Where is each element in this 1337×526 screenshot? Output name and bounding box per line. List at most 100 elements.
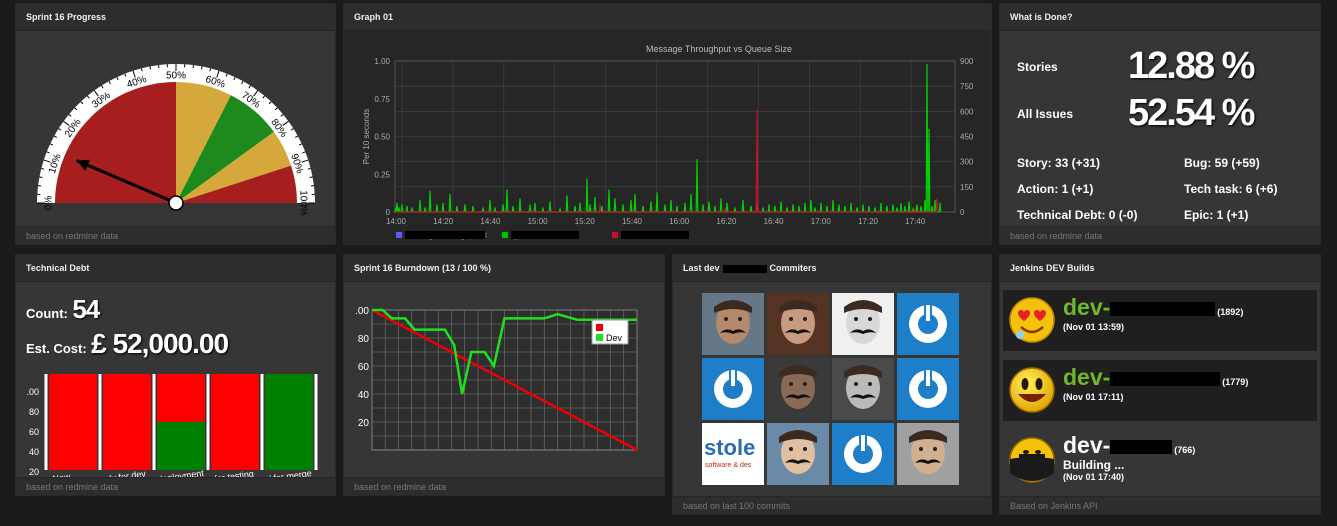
build-time: (Nov 01 17:40) <box>1063 472 1125 482</box>
bar-separator <box>206 374 210 470</box>
what-is-done-widget: What is Done? Stories 12.88 % All Issues… <box>999 3 1321 245</box>
user-avatar <box>832 293 894 355</box>
gauge-tick <box>309 176 313 179</box>
default-avatar <box>897 293 959 355</box>
chart-title: Message Throughput vs Queue Size <box>646 44 792 54</box>
power-icon <box>897 358 959 420</box>
widget-footer: based on last 100 commits <box>673 496 991 514</box>
y-tick-label: 0.50 <box>374 133 390 142</box>
y2-tick-label: 450 <box>960 133 974 142</box>
x-tick-label: 16:20 <box>716 217 737 226</box>
user-avatar <box>767 358 829 420</box>
legend-swatch <box>612 232 618 238</box>
progress-gauge: 0%10%20%30%40% 50% 60%70%80%90%100% <box>37 64 315 216</box>
build-row[interactable]: dev- (766) Building ... (Nov 01 17:40) <box>1003 430 1317 491</box>
stat-epic: Epic: 1 (+1) <box>1184 208 1249 222</box>
y-axis-label: Per 10 seconds <box>362 109 371 165</box>
stat-technical-debt: Technical Debt: 0 (-0) <box>1017 208 1138 222</box>
x-tick-label: 14:40 <box>480 217 501 226</box>
user-avatar <box>702 293 764 355</box>
debt-bar-chart: 20406080.00Newdy for devleploymentfor te… <box>26 374 318 484</box>
ninja-emoji-icon <box>1009 437 1055 483</box>
svg-text:software & des: software & des <box>705 462 752 469</box>
debt-bar-green <box>265 374 313 470</box>
count-value: 54 <box>72 294 100 324</box>
bar-separator <box>44 374 48 470</box>
build-time: (Nov 01 17:11) <box>1063 392 1124 402</box>
x-tick-label: 14:00 <box>386 217 407 226</box>
build-name[interactable]: dev- (766) <box>1063 432 1195 459</box>
redacted-text <box>405 231 485 239</box>
stole-logo-icon: stole software & des <box>702 423 764 485</box>
x-tick-label: 15:40 <box>622 217 643 226</box>
redacted-text <box>511 231 579 239</box>
sprint-progress-widget: Sprint 16 Progress 0% 10% 20% 30% 40% 50% 60% 7… <box>15 3 336 245</box>
debt-bar-red <box>49 374 97 470</box>
y-tick-label: 0 <box>386 208 391 217</box>
burndown-area: 20 40 60 80 .00 Dev <box>344 282 664 477</box>
y2-tick-label: 900 <box>960 57 974 66</box>
y-tick-label: .00 <box>355 306 369 317</box>
y-tick-label: 80 <box>29 407 39 417</box>
default-avatar <box>832 423 894 485</box>
widget-footer: based on redmine data <box>1000 226 1320 244</box>
widget-title: Graph 01 <box>344 4 991 31</box>
mustache-face-icon <box>702 293 764 355</box>
widget-title: What is Done? <box>1000 4 1320 31</box>
redacted-text <box>1110 301 1216 316</box>
default-avatar <box>702 358 764 420</box>
y-tick-label: 0.25 <box>374 170 390 179</box>
y2-tick-label: 150 <box>960 183 974 192</box>
cost-value: £ 52,000.00 <box>91 328 229 359</box>
build-name-prefix: dev- <box>1063 432 1111 458</box>
throughput-chart: Message Throughput vs Queue Size 0 0.25 0.5… <box>362 44 974 240</box>
user-avatar <box>832 358 894 420</box>
mustache-face-icon <box>767 423 829 485</box>
bar-separator <box>314 374 318 470</box>
done-stats: Stories 12.88 % All Issues 52.54 % Story… <box>1000 31 1320 226</box>
title-suffix: Commiters <box>769 263 817 273</box>
x-tick-label: 17:00 <box>811 217 832 226</box>
gauge-tick <box>149 66 152 70</box>
debt-bar-green <box>157 422 205 470</box>
debt-bar-red <box>211 374 259 470</box>
y2-tick-label: 0 <box>960 208 965 217</box>
build-name[interactable]: dev- (1779) <box>1063 364 1248 391</box>
jenkins-widget: Jenkins DEV Builds dev- (1892) (Nov 01 13… <box>999 254 1321 515</box>
x-tick-label: 17:40 <box>905 217 926 226</box>
gauge-area: 0% 10% 20% 30% 40% 50% 60% 70% 80% 90% 100% <box>16 31 335 226</box>
mustache-face-icon <box>767 358 829 420</box>
legend-swatch <box>502 232 508 238</box>
redacted-text <box>621 231 689 239</box>
user-avatar <box>897 423 959 485</box>
graph01-area: Message Throughput vs Queue Size 0 0.25 0.5… <box>344 31 991 244</box>
y2-tick-label: 750 <box>960 82 974 91</box>
legend-swatch-ideal <box>596 324 603 331</box>
bar-separator <box>152 374 156 470</box>
company-logo-avatar: stole software & des <box>702 423 764 485</box>
build-name-prefix: dev- <box>1063 294 1111 320</box>
technical-debt-widget: Technical Debt Count: 54 Est. Cost: £ 52… <box>15 254 336 496</box>
x-tick-label: 15:00 <box>528 217 549 226</box>
legend-swatch <box>396 232 402 238</box>
gauge-tick-label: 0% <box>44 196 55 211</box>
build-number: (766) <box>1174 445 1196 455</box>
build-row[interactable]: dev- (1779) (Nov 01 17:11) <box>1003 360 1317 421</box>
user-avatar <box>767 423 829 485</box>
build-row[interactable]: dev- (1892) (Nov 01 13:59) <box>1003 290 1317 351</box>
y-tick-label: .00 <box>26 387 39 397</box>
legend-label: Dev <box>606 333 623 343</box>
x-tick-label: 16:40 <box>764 217 785 226</box>
x-tick-label: 16:00 <box>669 217 690 226</box>
y-tick-label: 40 <box>29 447 39 457</box>
build-name[interactable]: dev- (1892) <box>1063 294 1243 321</box>
count-label: Count: <box>26 306 68 321</box>
redacted-text <box>1110 439 1173 454</box>
gauge-tick <box>39 176 43 179</box>
y-tick-label: 80 <box>358 334 370 345</box>
widget-footer: based on redmine data <box>344 477 664 495</box>
user-avatar <box>767 293 829 355</box>
build-number: (1892) <box>1217 307 1244 317</box>
all-issues-label: All Issues <box>1017 107 1074 121</box>
x-tick-label: 15:20 <box>575 217 596 226</box>
